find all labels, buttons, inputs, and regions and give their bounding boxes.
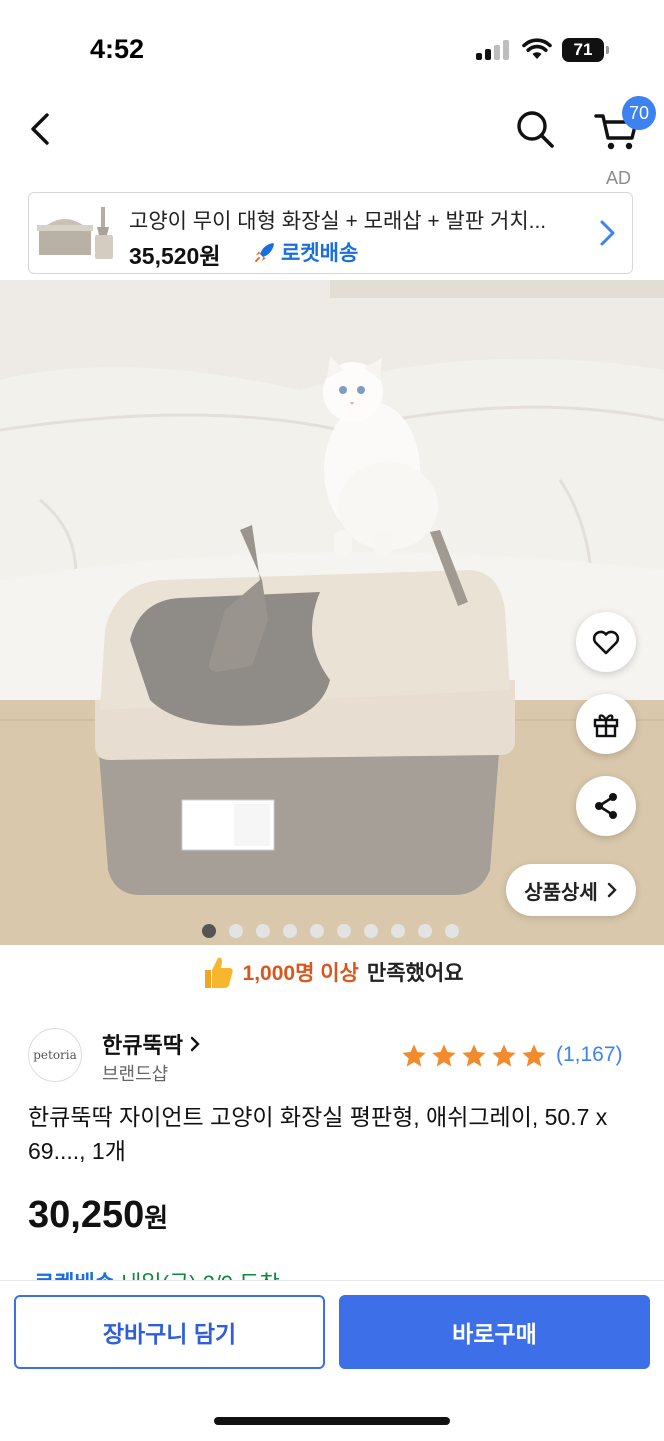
ad-rocket-delivery: 로켓배송	[253, 237, 358, 267]
satisfaction-text: 만족했어요	[366, 962, 464, 985]
price-value: 30,250	[28, 1194, 145, 1236]
status-bar: 4:52 71	[0, 0, 664, 100]
ad-product-thumbnail	[35, 199, 119, 267]
satisfaction-count: 1,000명 이상	[242, 962, 359, 985]
add-to-cart-button[interactable]: 장바구니 담기	[14, 1295, 325, 1369]
carousel-dot[interactable]	[391, 924, 405, 938]
thumbs-up-icon	[204, 957, 233, 988]
ad-label: AD	[606, 168, 632, 188]
heart-icon	[592, 630, 620, 655]
product-image-carousel[interactable]	[0, 280, 664, 945]
carousel-dot[interactable]	[310, 924, 324, 938]
carousel-dot[interactable]	[337, 924, 351, 938]
cellular-signal-icon	[476, 40, 510, 60]
chevron-right-icon	[190, 1036, 200, 1052]
star-icon	[522, 1044, 546, 1067]
wishlist-button[interactable]	[576, 612, 636, 672]
brand-logo[interactable]: petoria	[28, 1028, 82, 1082]
carousel-dot[interactable]	[256, 924, 270, 938]
carousel-dot[interactable]	[283, 924, 297, 938]
product-detail-button[interactable]: 상품상세	[506, 864, 636, 916]
star-icon	[402, 1044, 426, 1067]
bottom-action-bar: 장바구니 담기 바로구매	[0, 1280, 664, 1441]
status-time: 4:52	[90, 34, 145, 64]
carousel-dot[interactable]	[418, 924, 432, 938]
product-photo	[0, 280, 664, 945]
ad-price: 35,520원	[129, 243, 221, 269]
chevron-right-icon	[600, 220, 615, 246]
chevron-right-icon	[607, 882, 617, 898]
product-detail-label: 상품상세	[524, 881, 598, 904]
carousel-dot[interactable]	[445, 924, 459, 938]
carousel-dot[interactable]	[202, 924, 216, 938]
review-count-link[interactable]: (1,167)	[556, 1043, 623, 1067]
rocket-icon	[255, 243, 274, 262]
carousel-dot[interactable]	[229, 924, 243, 938]
battery-icon: 71	[562, 38, 609, 62]
rating-stars	[400, 1042, 548, 1070]
share-icon	[595, 793, 617, 819]
cart-count-badge: 70	[622, 96, 656, 130]
product-price: 30,250원	[28, 1194, 168, 1237]
delivery-info: 로켓배송 내일(금) 2/9 도착	[34, 1266, 280, 1280]
share-button[interactable]	[576, 776, 636, 836]
ad-banner[interactable]: 고양이 무이 대형 화장실 + 모래삽 + 발판 거치... 35,520원 로…	[28, 192, 633, 274]
back-arrow-icon[interactable]	[22, 106, 62, 152]
search-icon[interactable]	[512, 106, 558, 152]
gift-button[interactable]	[576, 694, 636, 754]
carousel-dot[interactable]	[364, 924, 378, 938]
star-icon	[462, 1044, 486, 1067]
product-title: 한큐뚝딱 자이언트 고양이 화장실 평판형, 애쉬그레이, 50.7 x 69.…	[28, 1104, 608, 1164]
price-unit: 원	[144, 1203, 169, 1233]
star-icon	[432, 1044, 456, 1067]
ad-rocket-label: 로켓배송	[281, 242, 359, 265]
brand-name: 한큐뚝딱	[102, 1033, 183, 1058]
home-indicator[interactable]	[214, 1417, 450, 1425]
ad-title: 고양이 무이 대형 화장실 + 모래삽 + 발판 거치...	[129, 210, 547, 233]
brand-link[interactable]: 한큐뚝딱	[102, 1028, 201, 1060]
wifi-icon	[522, 38, 552, 59]
delivery-date: 내일(금) 2/9 도착	[121, 1271, 280, 1280]
satisfaction-banner: 1,000명 이상 만족했어요	[0, 950, 664, 994]
star-icon	[492, 1044, 516, 1067]
carousel-indicator	[202, 924, 459, 938]
gift-icon	[593, 714, 619, 738]
buy-now-button[interactable]: 바로구매	[339, 1295, 650, 1369]
delivery-badge: 로켓배송	[34, 1271, 115, 1280]
brand-shop-label: 브랜드샵	[102, 1064, 169, 1084]
